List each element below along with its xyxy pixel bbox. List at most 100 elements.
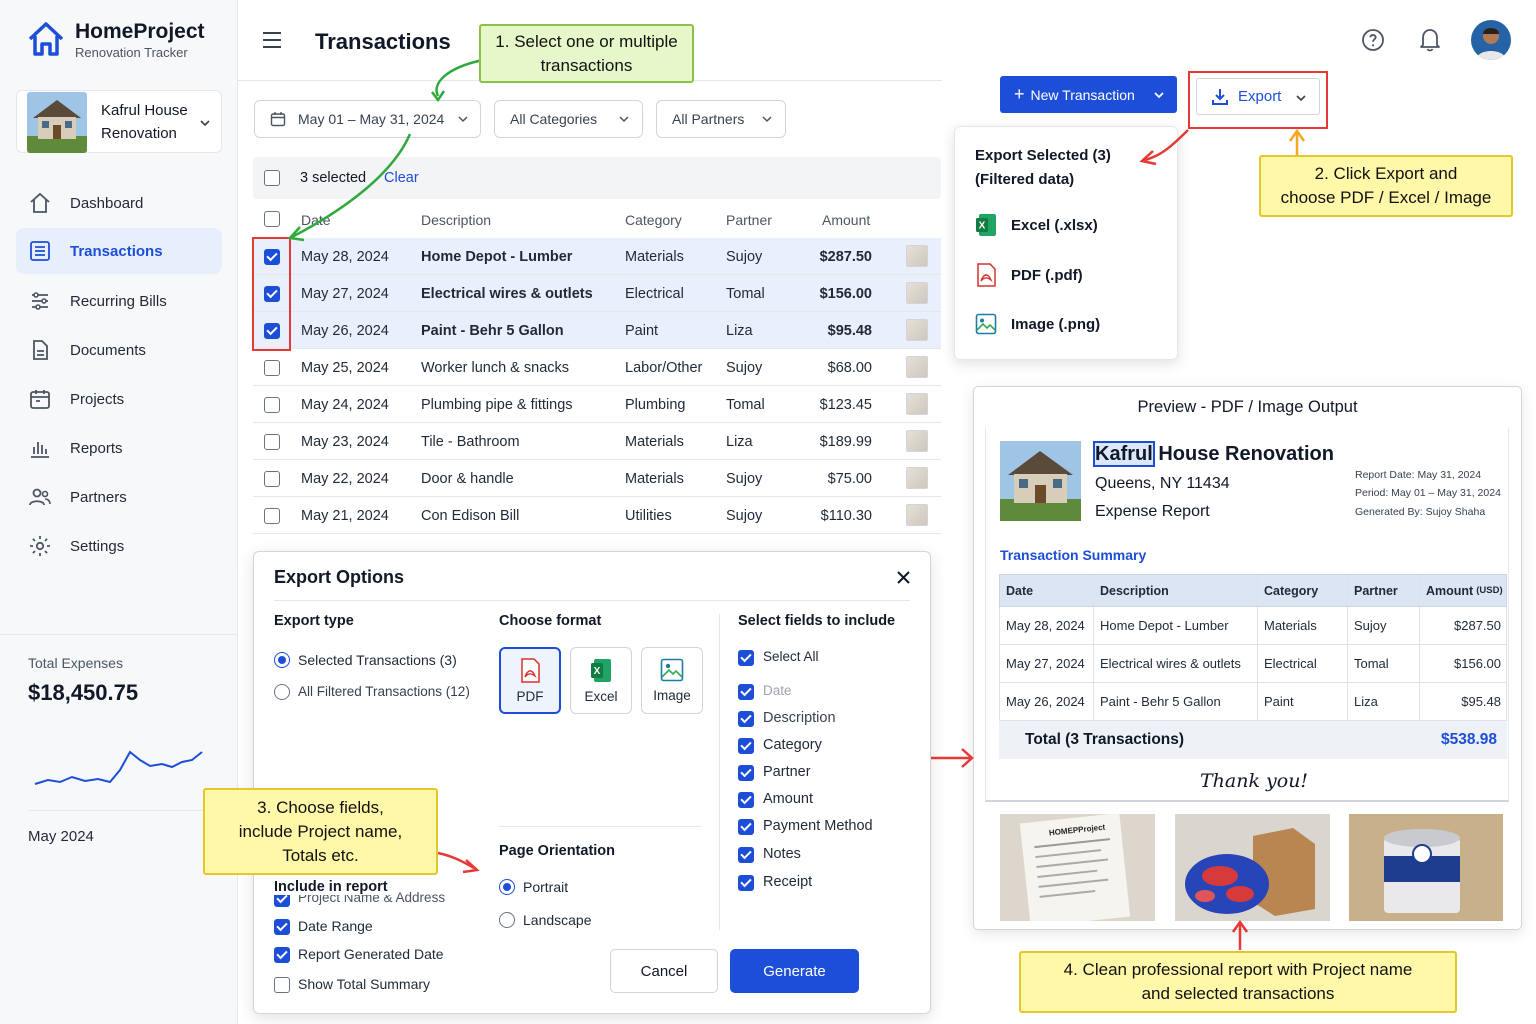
summary-total-value: $538.98 <box>1441 731 1498 748</box>
thank-you-text: Thank you! <box>1200 770 1309 792</box>
field-checkbox[interactable] <box>738 792 754 808</box>
summary-category: Materials <box>1258 607 1348 644</box>
field-checkbox[interactable] <box>738 711 754 727</box>
row-checkbox[interactable] <box>264 434 280 450</box>
callout-step-4-line1: 4. Clean professional report with Projec… <box>1063 960 1413 979</box>
receipt-thumbnail[interactable] <box>906 467 928 489</box>
row-category: Labor/Other <box>625 360 703 376</box>
row-checkbox[interactable] <box>264 471 280 487</box>
column-header-amount[interactable]: Amount <box>822 212 870 228</box>
partner-filter[interactable]: All Partners <box>656 100 786 138</box>
export-pdf-option[interactable]: PDF (.pdf) <box>975 263 1083 287</box>
table-row[interactable]: May 24, 2024 Plumbing pipe & fittings Pl… <box>253 386 941 423</box>
row-date: May 24, 2024 <box>301 397 389 413</box>
callout-step-4-line2: and selected transactions <box>1141 984 1335 1003</box>
nav-reports[interactable]: Reports <box>16 425 222 471</box>
close-icon[interactable] <box>896 570 911 585</box>
bell-icon[interactable] <box>1419 27 1441 52</box>
receipt-thumbnail[interactable] <box>906 393 928 415</box>
nav-projects[interactable]: Projects <box>16 376 222 422</box>
receipt-thumbnail[interactable] <box>906 282 928 304</box>
include-date-range-checkbox[interactable] <box>274 919 290 935</box>
project-switcher[interactable]: Kafrul House Renovation <box>16 90 222 153</box>
summary-table-header: Date Description Category Partner Amount… <box>999 574 1507 607</box>
header-checkbox[interactable] <box>264 211 280 227</box>
receipt-line <box>1039 889 1096 898</box>
field-checkbox[interactable] <box>738 738 754 754</box>
nav-dashboard[interactable]: Dashboard <box>16 180 222 226</box>
nav-settings[interactable]: Settings <box>16 523 222 569</box>
row-description: Con Edison Bill <box>421 508 520 524</box>
clear-selection-link[interactable]: Clear <box>384 170 419 186</box>
report-project-name: Kafrul House Renovation <box>1093 441 1334 467</box>
receipt-thumbnail[interactable] <box>906 430 928 452</box>
include-heading: Include in report <box>274 879 392 895</box>
generate-button[interactable]: Generate <box>730 949 859 993</box>
row-partner: Sujoy <box>726 249 763 265</box>
new-transaction-button[interactable]: + New Transaction <box>1000 76 1177 113</box>
summary-partner: Sujoy <box>1348 607 1420 644</box>
column-header-description[interactable]: Description <box>421 212 491 228</box>
row-checkbox[interactable] <box>264 508 280 524</box>
nav-partners[interactable]: Partners <box>16 474 222 520</box>
field-checkbox[interactable] <box>738 684 754 700</box>
avatar[interactable] <box>1471 20 1511 60</box>
export-type-all-label: All Filtered Transactions (12) <box>298 684 470 699</box>
row-partner: Sujoy <box>726 508 763 524</box>
column-header-partner[interactable]: Partner <box>726 212 772 228</box>
export-excel-option[interactable]: X Excel (.xlsx) <box>975 213 1098 237</box>
nav-recurring-bills[interactable]: Recurring Bills <box>16 278 222 324</box>
export-button[interactable]: Export <box>1196 78 1320 115</box>
row-checkbox[interactable] <box>264 397 280 413</box>
table-row[interactable]: May 28, 2024 Home Depot - Lumber Materia… <box>253 238 941 275</box>
row-checkbox[interactable] <box>264 360 280 376</box>
export-image-option[interactable]: Image (.png) <box>975 313 1100 335</box>
field-checkbox[interactable] <box>738 875 754 891</box>
cancel-button[interactable]: Cancel <box>610 949 718 993</box>
row-description: Door & handle <box>421 471 514 487</box>
format-excel-option[interactable]: X Excel <box>570 647 632 714</box>
include-total-summary-checkbox[interactable] <box>274 977 290 993</box>
format-pdf-option[interactable]: PDF <box>499 647 561 714</box>
page-title: Transactions <box>315 29 451 54</box>
divider <box>28 810 206 811</box>
callout-step-1: 1. Select one or multiple transactions <box>479 24 694 83</box>
receipt-photo-3 <box>1349 814 1503 921</box>
row-category: Materials <box>625 471 684 487</box>
orientation-landscape-radio[interactable] <box>499 912 515 928</box>
field-checkbox[interactable] <box>738 819 754 835</box>
help-icon[interactable] <box>1361 28 1385 52</box>
table-row[interactable]: May 21, 2024 Con Edison Bill Utilities S… <box>253 497 941 534</box>
receipt-thumbnail[interactable] <box>906 245 928 267</box>
summary-row: May 28, 2024 Home Depot - Lumber Materia… <box>999 607 1507 645</box>
table-row[interactable]: May 23, 2024 Tile - Bathroom Materials L… <box>253 423 941 460</box>
field-checkbox[interactable] <box>738 847 754 863</box>
receipt-thumbnail[interactable] <box>906 504 928 526</box>
table-row[interactable]: May 26, 2024 Paint - Behr 5 Gallon Paint… <box>253 312 941 349</box>
format-image-option[interactable]: Image <box>641 647 703 714</box>
table-row[interactable]: May 27, 2024 Electrical wires & outlets … <box>253 275 941 312</box>
export-type-selected-radio[interactable] <box>274 652 290 668</box>
summary-col-amount: Amount (USD) <box>1420 575 1508 606</box>
table-row[interactable]: May 25, 2024 Worker lunch & snacks Labor… <box>253 349 941 386</box>
receipt-thumbnail[interactable] <box>906 356 928 378</box>
nav-transactions[interactable]: Transactions <box>16 228 222 274</box>
summary-heading: Transaction Summary <box>1000 547 1147 563</box>
export-type-all-radio[interactable] <box>274 684 290 700</box>
nav-documents[interactable]: Documents <box>16 327 222 373</box>
orientation-portrait-radio[interactable] <box>499 879 515 895</box>
column-header-date[interactable]: Date <box>301 212 331 228</box>
field-checkbox[interactable] <box>738 650 754 666</box>
category-filter[interactable]: All Categories <box>494 100 643 138</box>
column-header-category[interactable]: Category <box>625 212 682 228</box>
menu-icon[interactable] <box>262 31 282 49</box>
row-description: Plumbing pipe & fittings <box>421 397 573 413</box>
date-range-filter[interactable]: May 01 – May 31, 2024 <box>254 100 481 138</box>
report-date: Report Date: May 31, 2024 <box>1355 469 1482 481</box>
select-all-checkbox[interactable] <box>264 170 280 186</box>
field-checkbox[interactable] <box>738 765 754 781</box>
include-generated-date-checkbox[interactable] <box>274 947 290 963</box>
table-row[interactable]: May 22, 2024 Door & handle Materials Suj… <box>253 460 941 497</box>
receipt-thumbnail[interactable] <box>906 319 928 341</box>
month-label[interactable]: May 2024 <box>28 828 94 845</box>
